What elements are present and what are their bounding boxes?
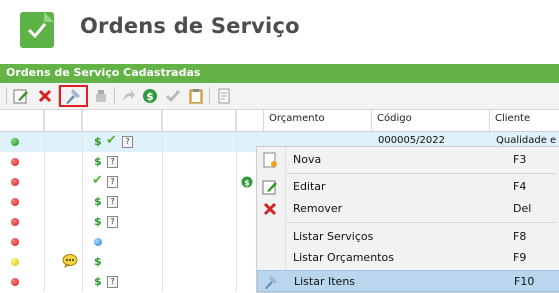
new-document-icon xyxy=(262,152,278,168)
menu-item-label: Editar xyxy=(293,180,326,193)
column-header-orcamento[interactable]: Orçamento Aprova... xyxy=(264,110,372,142)
menu-item-label: Remover xyxy=(293,202,343,215)
status-red-icon xyxy=(11,198,19,206)
column-header-codigo[interactable]: Código xyxy=(372,110,490,132)
money-icon[interactable]: $ xyxy=(141,87,159,105)
question-icon: ? xyxy=(122,136,133,148)
status-red-icon xyxy=(11,178,19,186)
check-icon: ✔ xyxy=(106,133,117,148)
question-icon: ? xyxy=(107,156,118,168)
menu-item-shortcut: F3 xyxy=(513,153,527,166)
column-divider xyxy=(44,110,45,291)
status-red-icon xyxy=(11,158,19,166)
status-yellow-icon xyxy=(11,258,19,266)
column-header-blank[interactable] xyxy=(236,110,264,132)
money-icon: $ xyxy=(241,176,253,188)
question-icon: ? xyxy=(107,276,118,288)
question-icon: ? xyxy=(107,216,118,228)
svg-text:$: $ xyxy=(244,179,250,188)
svg-text:$: $ xyxy=(146,90,154,103)
column-divider xyxy=(236,110,237,291)
menu-item-listar-orcamentos[interactable]: Listar Orçamentos F9 xyxy=(257,247,559,269)
menu-item-label: Nova xyxy=(293,153,322,166)
approve-icon[interactable] xyxy=(164,87,182,105)
edit-icon[interactable] xyxy=(12,87,30,105)
menu-item-shortcut: F9 xyxy=(513,251,527,264)
toolbar-separator xyxy=(114,87,115,105)
dollar-icon: $ xyxy=(94,135,102,148)
menu-item-remover[interactable]: Remover Del xyxy=(257,198,559,220)
menu-item-listar-servicos[interactable]: Listar Serviços F8 xyxy=(257,226,559,248)
column-header-flags[interactable] xyxy=(82,110,162,132)
question-icon: ? xyxy=(107,196,118,208)
menu-separator xyxy=(287,222,557,223)
menu-item-label: Listar Itens xyxy=(294,275,356,288)
dollar-icon: $ xyxy=(94,215,102,228)
dollar-icon: $ xyxy=(94,255,102,268)
menu-item-shortcut: Del xyxy=(513,202,532,215)
comment-icon xyxy=(62,254,78,268)
edit-icon xyxy=(262,179,278,195)
column-divider xyxy=(82,110,83,291)
page-header: Ordens de Serviço xyxy=(0,0,559,62)
cell-codigo: 000005/2022 xyxy=(378,135,445,146)
column-header-blank[interactable] xyxy=(162,110,236,132)
menu-item-shortcut: F4 xyxy=(513,180,527,193)
menu-item-listar-itens[interactable]: Listar Itens F10 xyxy=(257,270,559,292)
menu-item-nova[interactable]: Nova F3 xyxy=(257,149,559,171)
clipboard-icon[interactable] xyxy=(187,87,205,105)
toolbar-separator xyxy=(209,87,210,105)
remove-icon xyxy=(262,201,278,217)
forward-icon[interactable] xyxy=(119,87,137,105)
panel-header: Ordens de Serviço Cadastradas xyxy=(0,64,559,83)
page-title: Ordens de Serviço xyxy=(80,14,300,38)
column-divider xyxy=(162,110,163,291)
document-icon[interactable] xyxy=(215,87,233,105)
highlighted-toolbar-button xyxy=(59,85,88,107)
status-red-icon xyxy=(11,238,19,246)
status-red-icon xyxy=(11,278,19,286)
menu-separator xyxy=(287,173,557,174)
column-header-notes[interactable] xyxy=(44,110,82,132)
question-icon: ? xyxy=(107,176,118,188)
cell-cliente: Qualidade e E xyxy=(496,135,559,146)
column-header-cliente[interactable]: Cliente xyxy=(490,110,559,132)
menu-item-shortcut: F8 xyxy=(513,230,527,243)
toolbar-separator xyxy=(6,87,7,105)
checkmark-document-icon xyxy=(20,12,54,48)
menu-item-label: Listar Serviços xyxy=(293,230,374,243)
check-icon: ✔ xyxy=(92,173,103,188)
dollar-icon: $ xyxy=(94,155,102,168)
remove-icon[interactable] xyxy=(36,87,54,105)
tools-icon[interactable] xyxy=(92,87,110,105)
dollar-icon: $ xyxy=(94,195,102,208)
status-red-icon xyxy=(11,218,19,226)
info-blue-icon xyxy=(94,238,102,246)
menu-item-editar[interactable]: Editar F4 xyxy=(257,176,559,198)
menu-item-label: Listar Orçamentos xyxy=(293,251,394,264)
column-header-status[interactable] xyxy=(0,110,44,132)
status-green-icon xyxy=(11,138,19,146)
list-items-icon xyxy=(263,274,279,290)
panel-title: Ordens de Serviço Cadastradas xyxy=(6,66,201,79)
dollar-icon: $ xyxy=(94,275,102,288)
menu-item-shortcut: F10 xyxy=(514,275,535,288)
context-menu: Nova F3 Editar F4 Remover Del Listar Ser… xyxy=(256,146,559,293)
